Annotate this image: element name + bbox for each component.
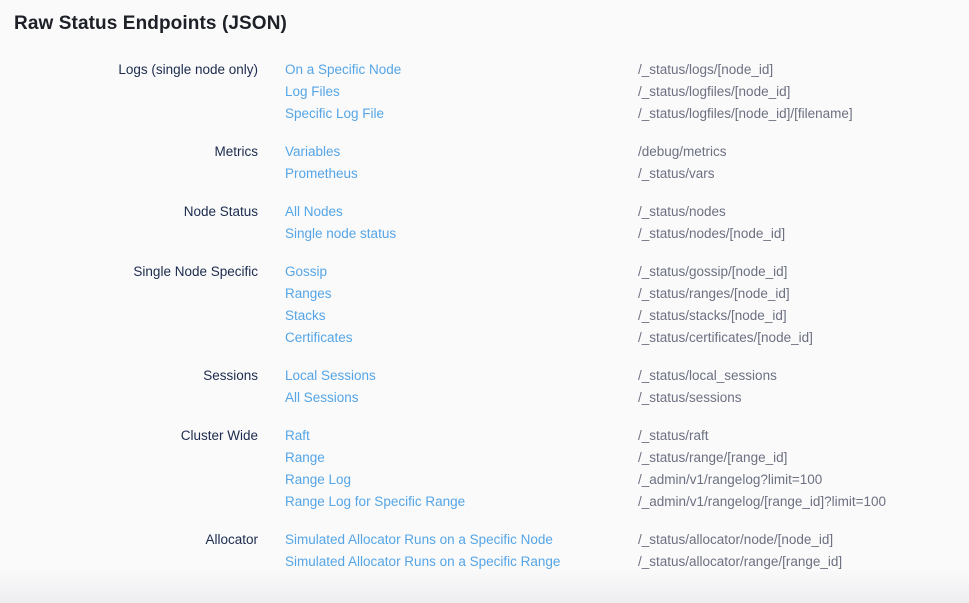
section-rows: On a Specific Node /_status/logs/[node_i…	[285, 59, 969, 125]
endpoint-path: /_status/local_sessions	[638, 365, 777, 387]
section-category: Node Status	[0, 201, 258, 223]
section-category: Sessions	[0, 365, 258, 387]
endpoint-path: /_status/gossip/[node_id]	[638, 261, 787, 283]
section-cluster-wide: Cluster Wide Raft /_status/raft Range /_…	[0, 425, 969, 513]
endpoint-link[interactable]: Range	[285, 447, 638, 469]
endpoint-link[interactable]: Log Files	[285, 81, 638, 103]
endpoint-path: /_status/logfiles/[node_id]/[filename]	[638, 103, 853, 125]
endpoint-path: /_status/logfiles/[node_id]	[638, 81, 790, 103]
endpoint-link[interactable]: Certificates	[285, 327, 638, 349]
section-single-node-specific: Single Node Specific Gossip /_status/gos…	[0, 261, 969, 349]
endpoint-row: On a Specific Node /_status/logs/[node_i…	[285, 59, 969, 81]
endpoint-link[interactable]: Range Log	[285, 469, 638, 491]
section-rows: Gossip /_status/gossip/[node_id] Ranges …	[285, 261, 969, 349]
endpoint-path: /_admin/v1/rangelog/[range_id]?limit=100	[638, 491, 886, 513]
endpoint-link[interactable]: Raft	[285, 425, 638, 447]
endpoint-link[interactable]: Local Sessions	[285, 365, 638, 387]
section-logs: Logs (single node only) On a Specific No…	[0, 59, 969, 125]
section-rows: All Nodes /_status/nodes Single node sta…	[285, 201, 969, 245]
endpoint-row: Gossip /_status/gossip/[node_id]	[285, 261, 969, 283]
endpoint-link[interactable]: Ranges	[285, 283, 638, 305]
endpoint-path: /_status/logs/[node_id]	[638, 59, 773, 81]
endpoint-row: Prometheus /_status/vars	[285, 163, 969, 185]
endpoint-row: Single node status /_status/nodes/[node_…	[285, 223, 969, 245]
section-rows: Local Sessions /_status/local_sessions A…	[285, 365, 969, 409]
section-sessions: Sessions Local Sessions /_status/local_s…	[0, 365, 969, 409]
endpoint-path: /_status/raft	[638, 425, 709, 447]
section-node-status: Node Status All Nodes /_status/nodes Sin…	[0, 201, 969, 245]
endpoint-path: /_status/vars	[638, 163, 715, 185]
endpoint-path: /_status/allocator/range/[range_id]	[638, 551, 842, 573]
page-title: Raw Status Endpoints (JSON)	[0, 0, 969, 35]
section-category: Metrics	[0, 141, 258, 163]
endpoint-path: /_admin/v1/rangelog?limit=100	[638, 469, 822, 491]
endpoint-path: /_status/nodes/[node_id]	[638, 223, 785, 245]
endpoint-link[interactable]: Stacks	[285, 305, 638, 327]
endpoint-row: Ranges /_status/ranges/[node_id]	[285, 283, 969, 305]
section-rows: Simulated Allocator Runs on a Specific N…	[285, 529, 969, 573]
endpoint-link[interactable]: Simulated Allocator Runs on a Specific R…	[285, 551, 638, 573]
endpoint-row: All Nodes /_status/nodes	[285, 201, 969, 223]
endpoint-row: Simulated Allocator Runs on a Specific R…	[285, 551, 969, 573]
endpoint-row: Variables /debug/metrics	[285, 141, 969, 163]
section-metrics: Metrics Variables /debug/metrics Prometh…	[0, 141, 969, 185]
endpoint-row: Raft /_status/raft	[285, 425, 969, 447]
endpoint-path: /_status/stacks/[node_id]	[638, 305, 787, 327]
endpoint-path: /_status/certificates/[node_id]	[638, 327, 813, 349]
section-category: Single Node Specific	[0, 261, 258, 283]
endpoint-row: Stacks /_status/stacks/[node_id]	[285, 305, 969, 327]
endpoint-link[interactable]: Gossip	[285, 261, 638, 283]
section-category: Cluster Wide	[0, 425, 258, 447]
debug-endpoints-page: Raw Status Endpoints (JSON) Logs (single…	[0, 0, 969, 603]
endpoint-link[interactable]: Single node status	[285, 223, 638, 245]
endpoint-link[interactable]: On a Specific Node	[285, 59, 638, 81]
endpoint-row: Specific Log File /_status/logfiles/[nod…	[285, 103, 969, 125]
endpoint-path: /_status/range/[range_id]	[638, 447, 787, 469]
endpoint-link[interactable]: Range Log for Specific Range	[285, 491, 638, 513]
section-category: Allocator	[0, 529, 258, 551]
endpoint-link[interactable]: Prometheus	[285, 163, 638, 185]
endpoint-row: All Sessions /_status/sessions	[285, 387, 969, 409]
endpoint-path: /_status/allocator/node/[node_id]	[638, 529, 833, 551]
endpoint-link[interactable]: All Sessions	[285, 387, 638, 409]
endpoint-row: Range Log for Specific Range /_admin/v1/…	[285, 491, 969, 513]
endpoint-row: Range /_status/range/[range_id]	[285, 447, 969, 469]
section-category: Logs (single node only)	[0, 59, 258, 81]
endpoint-row: Simulated Allocator Runs on a Specific N…	[285, 529, 969, 551]
endpoint-link[interactable]: All Nodes	[285, 201, 638, 223]
endpoint-path: /_status/nodes	[638, 201, 726, 223]
endpoint-row: Range Log /_admin/v1/rangelog?limit=100	[285, 469, 969, 491]
endpoint-row: Local Sessions /_status/local_sessions	[285, 365, 969, 387]
endpoint-sections: Logs (single node only) On a Specific No…	[0, 59, 969, 573]
section-allocator: Allocator Simulated Allocator Runs on a …	[0, 529, 969, 573]
endpoint-link[interactable]: Simulated Allocator Runs on a Specific N…	[285, 529, 638, 551]
footer-strip	[0, 569, 969, 603]
endpoint-path: /_status/ranges/[node_id]	[638, 283, 790, 305]
section-rows: Variables /debug/metrics Prometheus /_st…	[285, 141, 969, 185]
endpoint-row: Log Files /_status/logfiles/[node_id]	[285, 81, 969, 103]
endpoint-link[interactable]: Specific Log File	[285, 103, 638, 125]
endpoint-row: Certificates /_status/certificates/[node…	[285, 327, 969, 349]
endpoint-link[interactable]: Variables	[285, 141, 638, 163]
endpoint-path: /debug/metrics	[638, 141, 727, 163]
endpoint-path: /_status/sessions	[638, 387, 742, 409]
section-rows: Raft /_status/raft Range /_status/range/…	[285, 425, 969, 513]
